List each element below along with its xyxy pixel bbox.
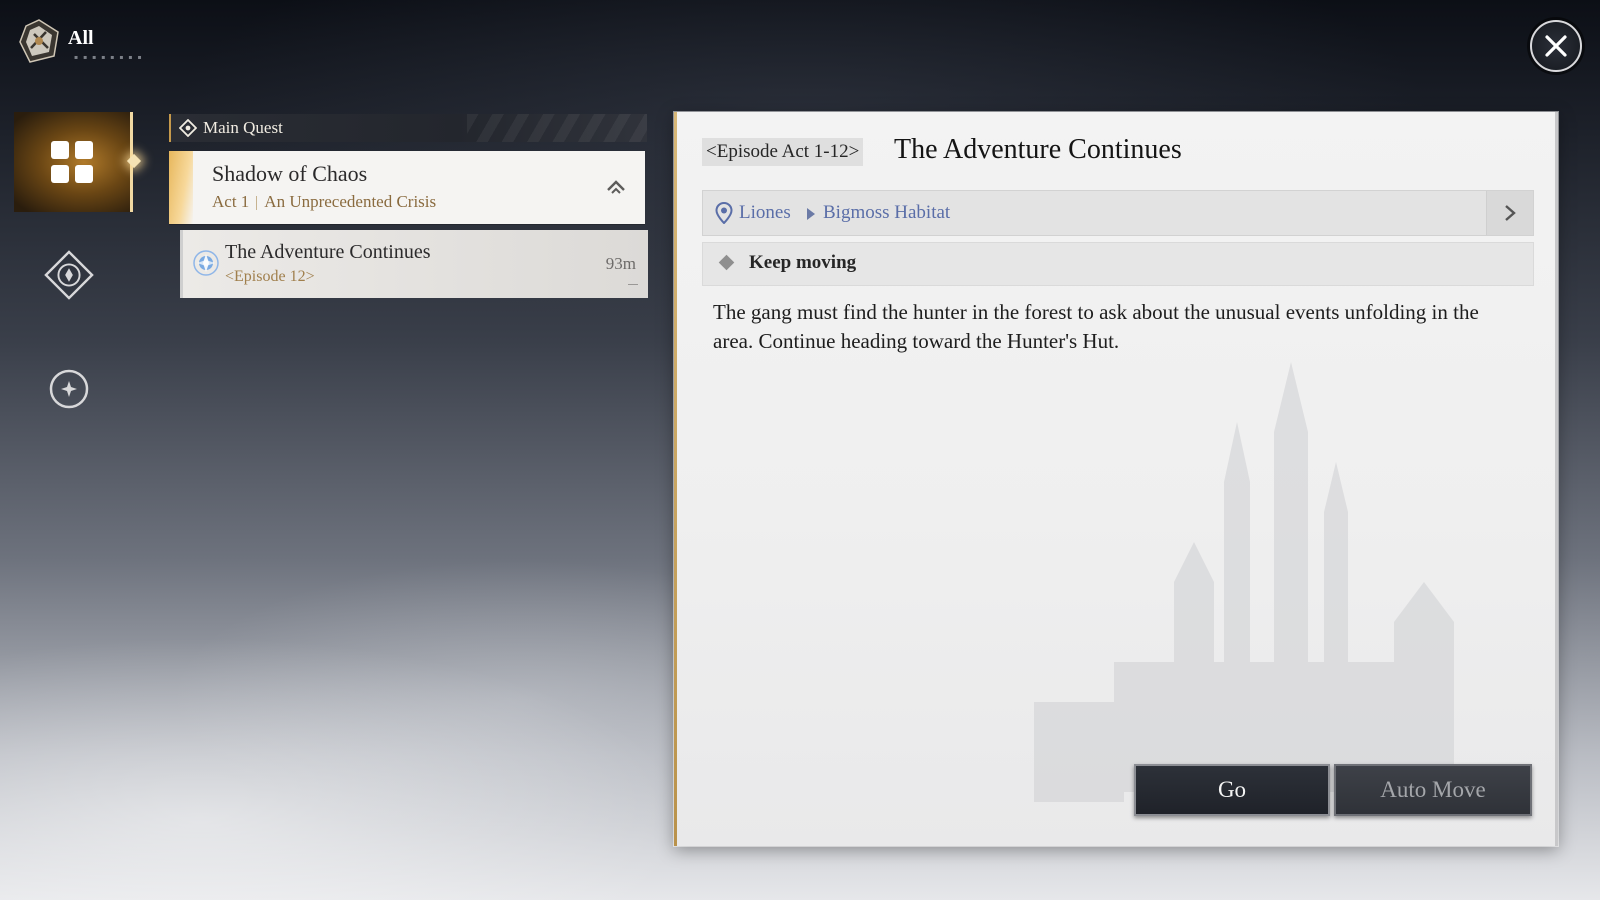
objective-diamond-icon xyxy=(718,254,735,271)
diamond-compass-icon xyxy=(44,250,94,300)
chapter-name: An Unprecedented Crisis xyxy=(264,192,437,211)
quest-item-episode: <Episode 12> xyxy=(225,268,315,285)
category-subtitle-decoration: ▪▪▪▪▪▪▪▪ xyxy=(74,54,147,61)
quest-description: The gang must find the hunter in the for… xyxy=(713,300,1479,353)
chapter-title: Shadow of Chaos xyxy=(212,161,368,186)
quest-emblem-icon xyxy=(16,18,62,64)
collapse-chevron-icon[interactable] xyxy=(605,178,627,196)
location-region: Liones xyxy=(739,202,791,223)
breadcrumb-arrow-icon xyxy=(807,208,815,220)
chapter-subtitle: Act 1 An Unprecedented Crisis xyxy=(212,192,436,212)
section-label: Main Quest xyxy=(203,118,283,137)
chevron-right-icon xyxy=(1505,205,1516,221)
close-icon xyxy=(1545,35,1567,57)
objective-text: Keep moving xyxy=(749,252,857,273)
rail-tab-other-quests[interactable] xyxy=(44,364,94,414)
star-circle-icon xyxy=(49,369,89,409)
map-pin-icon xyxy=(715,202,733,224)
auto-move-button[interactable]: Auto Move xyxy=(1334,764,1532,816)
go-button[interactable]: Go xyxy=(1134,764,1330,816)
location-navigate-button[interactable] xyxy=(1486,191,1533,235)
quest-item-title: The Adventure Continues xyxy=(225,241,431,263)
category-logo: All ▪▪▪▪▪▪▪▪ xyxy=(16,18,142,64)
chapter-header[interactable]: Shadow of Chaos Act 1 An Unprecedented Cr… xyxy=(169,151,645,224)
rail-tab-all-quests[interactable] xyxy=(14,112,133,212)
item-decoration xyxy=(628,284,638,285)
close-button[interactable] xyxy=(1530,20,1582,72)
quest-detail-panel: <Episode Act 1-12> The Adventure Continu… xyxy=(674,112,1558,846)
quest-list-item[interactable]: The Adventure Continues <Episode 12> 93m xyxy=(180,230,648,298)
episode-tag: <Episode Act 1-12> xyxy=(702,138,864,166)
quest-item-distance: 93m xyxy=(605,254,636,273)
objective-row: Keep moving xyxy=(702,242,1534,286)
header-decoration xyxy=(467,114,647,142)
chapter-accent xyxy=(169,151,193,224)
quest-marker-icon xyxy=(179,119,197,137)
location-area: Bigmoss Habitat xyxy=(823,202,951,223)
rail-tab-side-quests[interactable] xyxy=(44,250,94,300)
location-bar[interactable]: Liones Bigmoss Habitat xyxy=(702,190,1534,236)
tracking-target-icon xyxy=(193,250,219,276)
quest-title: The Adventure Continues xyxy=(894,134,1182,165)
main-quest-section-header: Main Quest xyxy=(169,114,647,142)
category-title: All xyxy=(68,26,94,49)
grid-icon xyxy=(51,141,93,183)
chapter-act: Act 1 xyxy=(212,192,250,211)
separator xyxy=(256,196,258,211)
